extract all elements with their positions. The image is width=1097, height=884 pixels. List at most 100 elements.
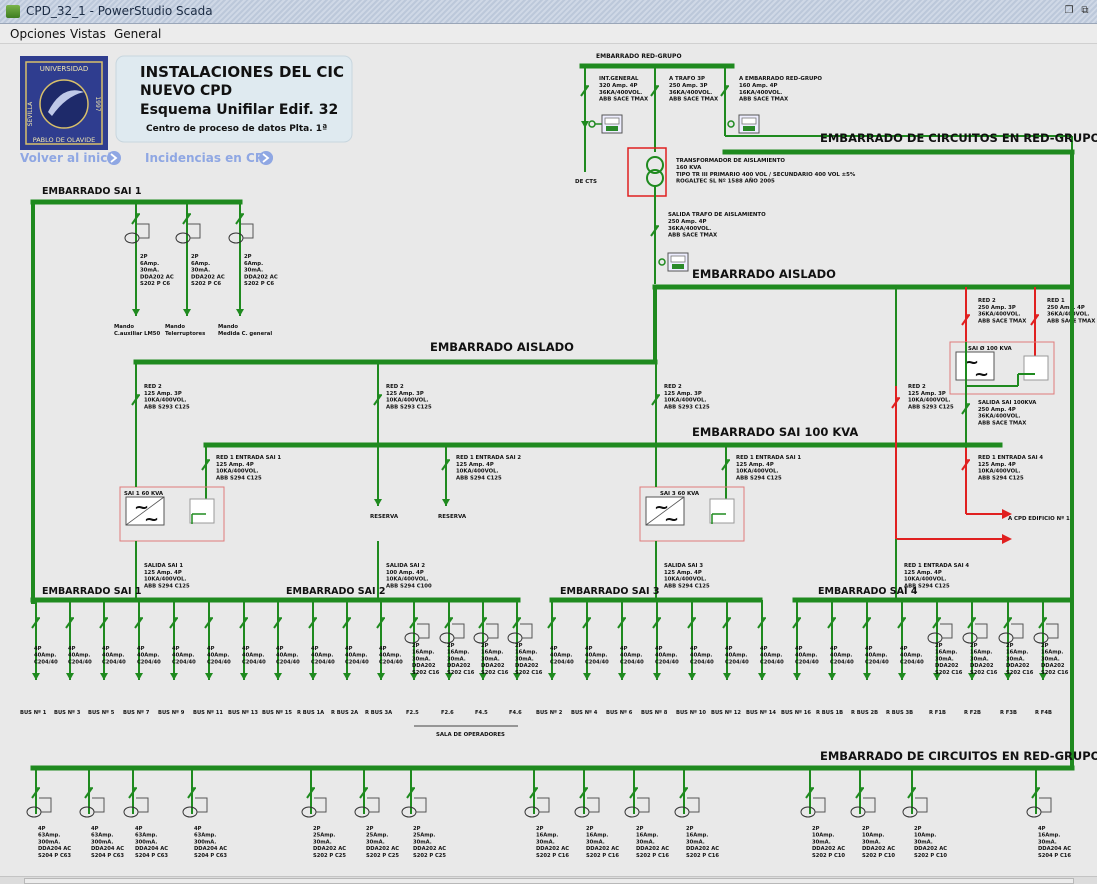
label-line: SALIDA SAI 100KVA bbox=[978, 400, 1037, 406]
label-line: 125 Amp. 4P bbox=[904, 570, 942, 576]
label-line: 40Amp. bbox=[207, 653, 229, 659]
label-line: C.auxiliar LM50 bbox=[114, 331, 160, 337]
busbar-label-sai4: EMBARRADO SAI 4 bbox=[818, 586, 918, 597]
bottom-feeder-label-9: 2P16Amp.30mA.DDA202 ACS202 P C16 bbox=[586, 826, 619, 859]
arrow-down-icon bbox=[442, 499, 450, 506]
rcd-sensor bbox=[1033, 632, 1049, 644]
bus-breaker-label-30: 2P16Amp.30mA.DDA202S202 C16 bbox=[1041, 643, 1069, 676]
label-line: 40Amp. bbox=[172, 653, 194, 659]
label-line: 4P bbox=[585, 646, 593, 652]
label-line: ABB S293 C125 bbox=[908, 404, 954, 410]
label-line: ABB SACE TMAX bbox=[668, 233, 718, 239]
label-line: Medida C. general bbox=[218, 331, 272, 337]
breaker-switch-bus-11 bbox=[374, 614, 388, 630]
label-line: 40Amp. bbox=[585, 653, 607, 659]
label-line: S202 P C6 bbox=[140, 281, 170, 287]
label-line: SALIDA SAI 2 bbox=[386, 563, 425, 569]
sai1-feeder-label-3: 2P6Amp.30mA.DDA202 ACS202 P C6 bbox=[244, 254, 278, 287]
label-line: 10KA/400VOL. bbox=[386, 398, 428, 404]
bottom-feeder-label-11: 2P16Amp.30mA.DDA202 ACS202 P C16 bbox=[686, 826, 719, 859]
label-line: 4P bbox=[379, 646, 387, 652]
incidents-link[interactable]: Incidencias en CPD bbox=[145, 151, 274, 165]
bus-breaker-label-3: 4P40Amp.C204/40 bbox=[102, 646, 126, 665]
bottom-feeder-label-13: 2P10Amp.30mA.DDA202 ACS202 P C10 bbox=[862, 826, 895, 859]
label-line: 320 Amp. 4P bbox=[599, 83, 637, 89]
label-line: 30mA. bbox=[1038, 839, 1057, 845]
maximize-icon[interactable]: ⧉ bbox=[1078, 4, 1092, 18]
bus-breaker-label-29: 2P16Amp.30mA.DDA202S202 C16 bbox=[1006, 643, 1034, 676]
label-line: ABB SACE TMAX bbox=[978, 420, 1026, 426]
meter-display bbox=[670, 255, 686, 263]
title-line-1: INSTALACIONES DEL CIC bbox=[140, 63, 344, 81]
label-line: 16Amp. bbox=[481, 650, 503, 656]
menu-vistas[interactable]: Vistas bbox=[70, 27, 106, 41]
label-line: 4P bbox=[550, 646, 558, 652]
label-line: C204/40 bbox=[102, 659, 126, 665]
label-line: 4P bbox=[135, 826, 143, 832]
label-line: 4P bbox=[690, 646, 698, 652]
bus-label-6: BUS Nº 11 bbox=[193, 710, 223, 716]
label-line: C204/40 bbox=[379, 659, 403, 665]
scrollbar-thumb[interactable] bbox=[24, 878, 1074, 884]
label-line: 4P bbox=[102, 646, 110, 652]
breaker-switch-top-2 bbox=[648, 82, 662, 98]
label-line: 40Amp. bbox=[830, 653, 852, 659]
horizontal-scrollbar[interactable] bbox=[0, 876, 1097, 884]
label-line: 6Amp. bbox=[244, 261, 263, 267]
rcd-sensor bbox=[507, 632, 523, 644]
label-line: DDA204 AC bbox=[38, 846, 71, 852]
label-line: 40Amp. bbox=[311, 653, 333, 659]
svg-text:Incidencias en CPD[interactable]: Incidencias en CPD bbox=[145, 151, 274, 165]
label-line: 125 Amp. 4P bbox=[456, 462, 494, 468]
label-line: 4P bbox=[38, 826, 46, 832]
label-line: DDA202 AC bbox=[536, 846, 569, 852]
label-line: 30mA. bbox=[1041, 656, 1060, 662]
label-line: 30mA. bbox=[366, 839, 385, 845]
red2-label-1: RED 2125 Amp. 3P10KA/400VOL.ABB S293 C12… bbox=[144, 384, 190, 410]
breaker-switch-bus-3 bbox=[97, 614, 111, 630]
label-line: INT.GENERAL bbox=[599, 76, 639, 82]
label-line: 125 Amp. 3P bbox=[386, 391, 424, 397]
label-line: 125 Amp. 4P bbox=[978, 462, 1016, 468]
label-line: 30mA. bbox=[970, 656, 989, 662]
reserva-label-2: RESERVA bbox=[438, 514, 467, 520]
bus-label-23: BUS Nº 16 bbox=[781, 710, 811, 716]
menu-general[interactable]: General bbox=[114, 27, 161, 41]
restore-icon[interactable]: ❐ bbox=[1062, 4, 1076, 18]
label-line: 10Amp. bbox=[862, 833, 884, 839]
label-line: 16KA/400VOL. bbox=[739, 90, 782, 96]
label-line: C204/40 bbox=[830, 659, 854, 665]
rcd-sensor bbox=[79, 806, 95, 818]
home-link[interactable]: Volver al inicio bbox=[20, 151, 121, 165]
breaker-switch-red1-tmax bbox=[1028, 311, 1042, 327]
label-line: A EMBARRADO RED-GRUPO bbox=[739, 76, 822, 82]
label-line: 16Amp. bbox=[935, 650, 957, 656]
label-line: 16Amp. bbox=[970, 650, 992, 656]
reserva-label-1: RESERVA bbox=[370, 514, 399, 520]
label-line: A TRAFO 3P bbox=[669, 76, 705, 82]
label-line: C204/40 bbox=[276, 659, 300, 665]
label-line: 36KA/400VOL. bbox=[978, 312, 1020, 318]
breaker-switch-bus-1 bbox=[29, 614, 43, 630]
bus-label-26: R BUS 3B bbox=[886, 710, 913, 716]
breaker-switch-bus-25 bbox=[860, 614, 874, 630]
label-line: ABB S294 C100 bbox=[386, 583, 432, 589]
sala-operadores-label: SALA DE OPERADORES bbox=[436, 732, 505, 738]
label-line: 4P bbox=[207, 646, 215, 652]
label-line: 100 Amp. 4P bbox=[386, 570, 424, 576]
label-line: 36KA/400VOL. bbox=[668, 226, 711, 232]
breaker-switch-bus-6 bbox=[202, 614, 216, 630]
red1-entry-label-1: RED 1 ENTRADA SAI 1125 Amp. 4P10KA/400VO… bbox=[216, 455, 281, 481]
arrow-down-icon bbox=[688, 673, 696, 680]
arrow-down-icon bbox=[135, 673, 143, 680]
label-line: 10Amp. bbox=[812, 833, 834, 839]
bus-breaker-label-12: 2P16Amp.30mA.DDA202S202 C16 bbox=[412, 643, 440, 676]
bus-label-14: F4.5 bbox=[475, 710, 488, 716]
breaker-switch-bus-7 bbox=[237, 614, 251, 630]
breaker-switch-bus-21 bbox=[720, 614, 734, 630]
label-line: 16Amp. bbox=[1041, 650, 1063, 656]
svg-text:Volver al inicio[interactable]: Volver al inicio bbox=[20, 151, 120, 165]
label-line: 63Amp. bbox=[135, 833, 157, 839]
logo-text-top: UNIVERSIDAD bbox=[40, 65, 88, 73]
menu-opciones[interactable]: Opciones bbox=[10, 27, 66, 41]
